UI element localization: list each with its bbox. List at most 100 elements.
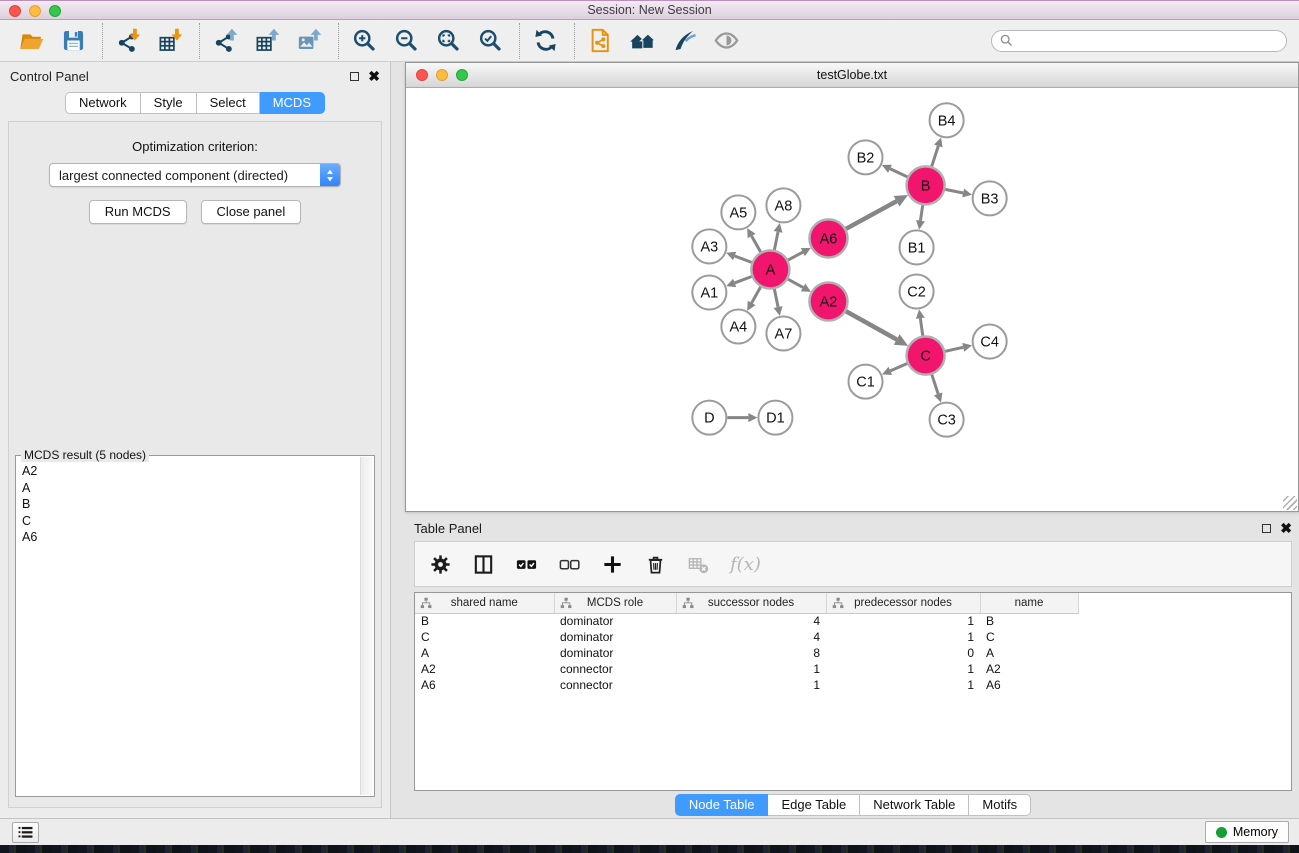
node-B3[interactable]: B3	[973, 181, 1007, 215]
table-row[interactable]: A2connector11A2	[415, 661, 1078, 677]
column-header-name[interactable]: name	[980, 593, 1078, 613]
edge-C-C3[interactable]	[932, 375, 943, 403]
zoom-in-button[interactable]	[349, 25, 383, 57]
node-D1[interactable]: D1	[758, 401, 792, 435]
close-panel-button[interactable]: Close panel	[201, 200, 302, 224]
edge-C-C4[interactable]	[945, 343, 972, 352]
open-network-file-button[interactable]	[585, 25, 619, 57]
edge-A-A2[interactable]	[788, 279, 811, 292]
home-button[interactable]	[627, 25, 661, 57]
edge-A-A8[interactable]	[774, 223, 783, 250]
zoom-fit-button[interactable]	[433, 25, 467, 57]
column-header-mcds-role[interactable]: MCDS role	[554, 593, 676, 613]
save-session-button[interactable]	[58, 25, 92, 57]
node-B[interactable]: B	[907, 166, 945, 204]
close-panel-icon[interactable]: ✖	[368, 71, 380, 81]
result-item[interactable]: C	[17, 513, 360, 530]
node-B1[interactable]: B1	[900, 230, 934, 264]
node-B4[interactable]: B4	[930, 103, 964, 137]
float-panel-icon[interactable]	[350, 72, 359, 81]
edge-A-A6[interactable]	[788, 248, 811, 260]
open-file-button[interactable]	[16, 25, 50, 57]
table-row[interactable]: A6connector11A6	[415, 677, 1078, 693]
node-B2[interactable]: B2	[848, 140, 882, 174]
node-C3[interactable]: C3	[930, 403, 964, 437]
delete-row-button[interactable]	[644, 551, 667, 577]
memory-button[interactable]: Memory	[1205, 821, 1289, 843]
node-C4[interactable]: C4	[973, 325, 1007, 359]
criterion-select[interactable]: largest connected component (directed)	[49, 163, 341, 187]
show-columns-button[interactable]	[472, 551, 495, 577]
import-table-button[interactable]	[155, 25, 189, 57]
table-row[interactable]: Cdominator41C	[415, 629, 1078, 645]
node-A8[interactable]: A8	[766, 188, 800, 222]
edge-A-A1[interactable]	[726, 277, 751, 288]
table-row[interactable]: Adominator80A	[415, 645, 1078, 661]
network-canvas[interactable]: B4B2BB3B1A5A8A6A3AA1A2C2A4A7C4CC1C3DD1	[406, 88, 1298, 511]
resize-grip[interactable]	[1283, 496, 1297, 510]
node-A6[interactable]: A6	[809, 219, 847, 257]
result-item[interactable]: A2	[17, 463, 360, 480]
tab-node-table[interactable]: Node Table	[675, 794, 769, 816]
refresh-layout-button[interactable]	[530, 25, 564, 57]
network-maximize-button[interactable]	[456, 69, 468, 81]
edge-C-C2[interactable]	[916, 309, 925, 335]
result-item[interactable]: A6	[17, 529, 360, 546]
edge-C-C1[interactable]	[882, 364, 907, 375]
network-minimize-button[interactable]	[436, 69, 448, 81]
node-A1[interactable]: A1	[692, 275, 726, 309]
edge-A-A5[interactable]	[747, 228, 760, 252]
export-network-button[interactable]	[210, 25, 244, 57]
zoom-out-button[interactable]	[391, 25, 425, 57]
minimize-window-button[interactable]	[29, 5, 41, 17]
node-A4[interactable]: A4	[721, 310, 755, 344]
close-window-button[interactable]	[9, 5, 21, 17]
export-table-button[interactable]	[252, 25, 286, 57]
edge-A6-B[interactable]	[846, 195, 908, 229]
network-close-button[interactable]	[416, 69, 428, 81]
tab-motifs[interactable]: Motifs	[969, 794, 1031, 816]
tab-network[interactable]: Network	[65, 92, 141, 114]
result-scrollbar[interactable]	[360, 457, 373, 795]
annotate-button[interactable]	[669, 25, 703, 57]
select-all-button[interactable]	[515, 551, 538, 577]
edge-A-A7[interactable]	[774, 289, 783, 316]
task-history-button[interactable]	[12, 822, 39, 843]
run-mcds-button[interactable]: Run MCDS	[89, 200, 187, 224]
column-header-successor-nodes[interactable]: successor nodes	[676, 593, 826, 613]
export-image-button[interactable]	[294, 25, 328, 57]
node-A3[interactable]: A3	[692, 229, 726, 263]
settings-button[interactable]	[429, 551, 452, 577]
table-close-panel-icon[interactable]: ✖	[1280, 523, 1292, 533]
node-A2[interactable]: A2	[809, 282, 847, 320]
edge-B-B2[interactable]	[882, 165, 908, 177]
deselect-all-button[interactable]	[558, 551, 581, 577]
table-float-panel-icon[interactable]	[1262, 524, 1271, 533]
node-A7[interactable]: A7	[766, 317, 800, 351]
add-row-button[interactable]	[601, 551, 624, 577]
edge-B-B3[interactable]	[945, 189, 972, 198]
edge-B-B4[interactable]	[932, 137, 943, 166]
tab-select[interactable]: Select	[197, 92, 260, 114]
result-item[interactable]: A	[17, 480, 360, 497]
zoom-selected-button[interactable]	[475, 25, 509, 57]
node-C2[interactable]: C2	[900, 274, 934, 308]
edge-B-B1[interactable]	[916, 205, 925, 229]
edge-A-A3[interactable]	[726, 252, 751, 263]
tab-network-table[interactable]: Network Table	[860, 794, 969, 816]
show-hide-button[interactable]	[711, 25, 745, 57]
node-C[interactable]: C	[907, 337, 945, 375]
node-A5[interactable]: A5	[721, 195, 755, 229]
edge-A2-C[interactable]	[846, 311, 908, 346]
column-header-shared-name[interactable]: shared name	[415, 593, 554, 613]
maximize-window-button[interactable]	[49, 5, 61, 17]
edge-D-D1[interactable]	[727, 413, 757, 422]
tab-mcds[interactable]: MCDS	[260, 92, 325, 114]
edge-A-A4[interactable]	[747, 287, 760, 311]
node-table[interactable]: shared nameMCDS rolesuccessor nodesprede…	[415, 593, 1079, 693]
node-D[interactable]: D	[692, 401, 726, 435]
tab-style[interactable]: Style	[141, 92, 197, 114]
node-C1[interactable]: C1	[848, 365, 882, 399]
column-header-predecessor-nodes[interactable]: predecessor nodes	[826, 593, 980, 613]
result-item[interactable]: B	[17, 496, 360, 513]
